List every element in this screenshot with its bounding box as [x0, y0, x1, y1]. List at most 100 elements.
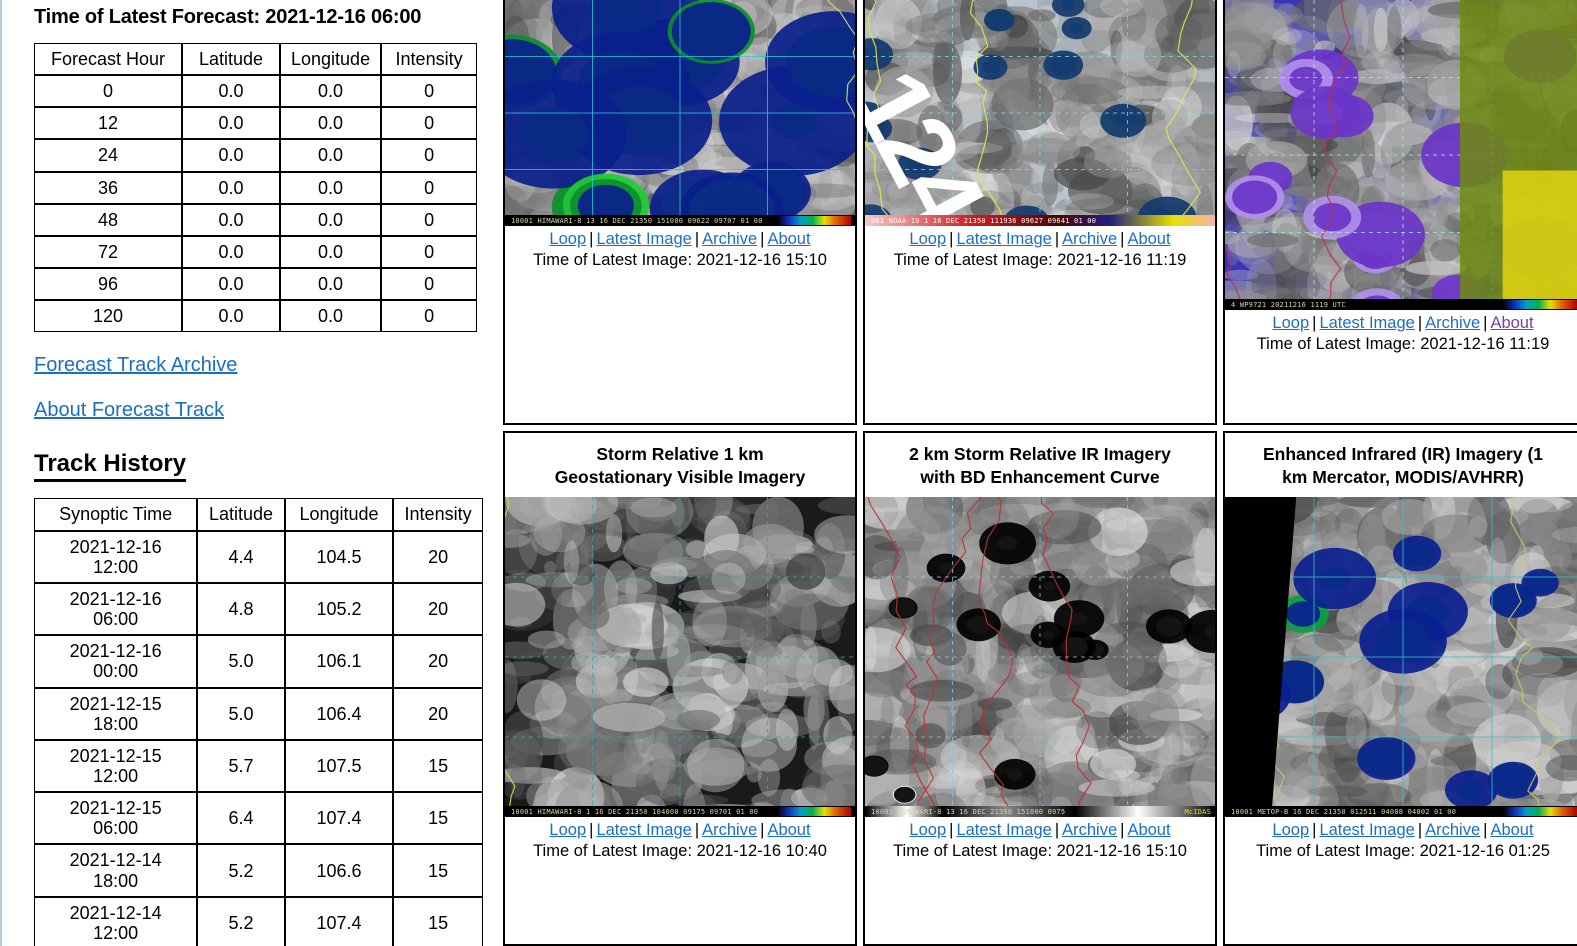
history-table-row: 2021-12-15 18:00 5.0 106.4 20 — [34, 687, 483, 740]
forecast-table-row: 72 0.0 0.0 0 — [34, 235, 478, 269]
forecast-track-table: Forecast Hour Latitude Longitude Intensi… — [34, 43, 478, 333]
history-table-row-cell: 20 — [393, 582, 483, 636]
about-link[interactable]: About — [767, 230, 810, 248]
history-table-row-cell: 106.1 — [284, 635, 394, 688]
forecast-table-header-row: Forecast Hour Latitude Longitude Intensi… — [34, 43, 478, 76]
track-history-table: Synoptic Time Latitude Longitude Intensi… — [34, 498, 483, 946]
panel-link-bar: Loop | Latest Image | Archive | About — [549, 226, 810, 250]
satellite-image[interactable]: 4 WP9721 20211216 1119 UTC — [1225, 0, 1577, 310]
forecast-table-row-cell: 0.0 — [182, 268, 280, 301]
forecast-col-intensity: Intensity — [381, 43, 478, 76]
forecast-table-row-cell: 0 — [381, 300, 478, 333]
archive-link[interactable]: Archive — [702, 230, 757, 248]
loop-link[interactable]: Loop — [1272, 821, 1309, 839]
forecast-about-link-row: About Forecast Track — [34, 399, 483, 422]
forecast-track-archive-link[interactable]: Forecast Track Archive — [34, 354, 237, 377]
latest-image-link[interactable]: Latest Image — [1319, 314, 1414, 332]
history-table-row-cell: 4.8 — [197, 582, 285, 636]
satellite-image[interactable]: 124 001 NOAA-19 1 16 DEC 21350 111936 096… — [865, 0, 1215, 226]
panel-title: Enhanced Infrared (IR) Imagery (1 km Merc… — [1259, 433, 1547, 497]
history-table-row-cell: 15 — [393, 739, 483, 793]
history-table-row-cell: 2021-12-15 06:00 — [34, 792, 198, 845]
history-table-row-cell: 2021-12-15 12:00 — [34, 739, 198, 793]
latest-image-time: Time of Latest Image: 2021-12-16 11:19 — [893, 250, 1187, 269]
link-separator: | — [1483, 314, 1488, 332]
image-annotation-text: 4 WP9721 20211216 1119 UTC — [1231, 300, 1346, 309]
loop-link[interactable]: Loop — [909, 230, 946, 248]
latest-image-link[interactable]: Latest Image — [956, 821, 1051, 839]
history-table-row-cell: 4.4 — [197, 530, 285, 583]
satellite-image[interactable]: 10001 HIMAWARI-8 1 16 DEC 21350 104000 0… — [505, 497, 855, 818]
history-table-row: 2021-12-14 18:00 5.2 106.6 15 — [34, 844, 483, 897]
satellite-image[interactable]: 10001 HIMAWARI-8 13 16 DEC 21350 151000 … — [865, 497, 1215, 818]
link-separator: | — [1120, 230, 1125, 248]
satellite-image[interactable]: 10001 METOP-B 16 DEC 21350 012511 04008 … — [1225, 497, 1577, 818]
history-table-row-cell: 2021-12-16 12:00 — [34, 530, 198, 583]
loop-link[interactable]: Loop — [549, 821, 586, 839]
history-table-row: 2021-12-16 12:00 4.4 104.5 20 — [34, 530, 483, 583]
forecast-table-row: 36 0.0 0.0 0 — [34, 171, 478, 204]
archive-link[interactable]: Archive — [702, 821, 757, 839]
latest-image-link[interactable]: Latest Image — [956, 230, 1051, 248]
forecast-table-row-cell: 0 — [381, 107, 478, 140]
history-table-row-cell: 20 — [393, 635, 483, 688]
image-source-tag: McIDAS — [1184, 807, 1211, 816]
forecast-table-row-cell: 0.0 — [280, 171, 382, 204]
link-separator: | — [589, 230, 594, 248]
history-table-row-cell: 105.2 — [284, 582, 394, 636]
color-scale-strip — [777, 216, 851, 225]
panel-link-bar: Loop | Latest Image | Archive | About — [909, 817, 1170, 841]
history-table-row-cell: 15 — [393, 792, 483, 845]
forecast-table-row-cell: 0.0 — [182, 139, 280, 172]
about-link[interactable]: About — [1490, 314, 1533, 332]
satellite-panel: 4 WP9721 20211216 1119 UTC Loop | Latest Im… — [1223, 0, 1577, 425]
latest-image-link[interactable]: Latest Image — [1319, 821, 1414, 839]
history-table-row-cell: 107.4 — [284, 896, 394, 946]
link-separator: | — [1054, 821, 1060, 840]
satellite-panel: Storm Relative 1 km Geostationary Visible… — [503, 431, 857, 946]
satellite-image[interactable]: 10001 HIMAWARI-8 13 16 DEC 21350 151000 … — [505, 0, 855, 226]
history-table-row-cell: 2021-12-14 12:00 — [34, 896, 198, 946]
loop-link[interactable]: Loop — [1272, 314, 1309, 332]
forecast-table-row-cell: 0.0 — [280, 203, 382, 236]
about-forecast-track-link[interactable]: About Forecast Track — [34, 399, 224, 422]
history-table-row-cell: 106.6 — [284, 844, 394, 897]
forecast-col-hour: Forecast Hour — [34, 43, 182, 76]
archive-link[interactable]: Archive — [1062, 230, 1117, 248]
history-table-row-cell: 20 — [393, 687, 483, 740]
link-separator: | — [1417, 314, 1423, 332]
link-separator: | — [1417, 821, 1423, 840]
forecast-table-row-cell: 0 — [381, 171, 478, 204]
history-table-row-cell: 104.5 — [284, 530, 394, 583]
history-table-row: 2021-12-16 00:00 5.0 106.1 20 — [34, 635, 483, 688]
history-table-row: 2021-12-15 06:00 6.4 107.4 15 — [34, 792, 483, 845]
forecast-table-row-cell: 0.0 — [182, 300, 280, 333]
satellite-panel: 10001 HIMAWARI-8 13 16 DEC 21350 151000 … — [503, 0, 857, 425]
link-separator: | — [694, 821, 700, 840]
about-link[interactable]: About — [767, 821, 810, 839]
loop-link[interactable]: Loop — [909, 821, 946, 839]
about-link[interactable]: About — [1127, 821, 1170, 839]
image-annotation-text: 10001 METOP-B 16 DEC 21350 012511 04008 … — [1231, 807, 1457, 816]
forecast-table-row-cell: 0.0 — [280, 235, 382, 269]
archive-link[interactable]: Archive — [1062, 821, 1117, 839]
archive-link[interactable]: Archive — [1425, 314, 1480, 332]
archive-link[interactable]: Archive — [1425, 821, 1480, 839]
about-link[interactable]: About — [1127, 230, 1170, 248]
latest-image-link[interactable]: Latest Image — [596, 230, 691, 248]
link-separator: | — [589, 821, 594, 840]
about-link[interactable]: About — [1490, 821, 1533, 839]
forecast-table-row-cell: 0 — [381, 235, 478, 269]
latest-image-link[interactable]: Latest Image — [596, 821, 691, 839]
image-annotation-bar: 10001 HIMAWARI-8 13 16 DEC 21350 151000 … — [865, 806, 1215, 818]
panel-link-bar: Loop | Latest Image | Archive | About — [909, 226, 1170, 250]
panel-title-line-2: Geostationary Visible Imagery — [554, 467, 806, 488]
panel-link-bar: Loop | Latest Image | Archive | About — [1272, 310, 1533, 334]
forecast-table-row-cell: 0 — [381, 75, 478, 108]
satellite-panel-row-bottom: Storm Relative 1 km Geostationary Visible… — [503, 431, 1577, 946]
forecast-table-row-cell: 36 — [34, 171, 182, 204]
loop-link[interactable]: Loop — [549, 230, 586, 248]
forecast-col-longitude: Longitude — [280, 43, 382, 76]
latest-image-time: Time of Latest Image: 2021-12-16 15:10 — [893, 841, 1187, 860]
satellite-panel-grid: 10001 HIMAWARI-8 13 16 DEC 21350 151000 … — [503, 0, 1577, 946]
